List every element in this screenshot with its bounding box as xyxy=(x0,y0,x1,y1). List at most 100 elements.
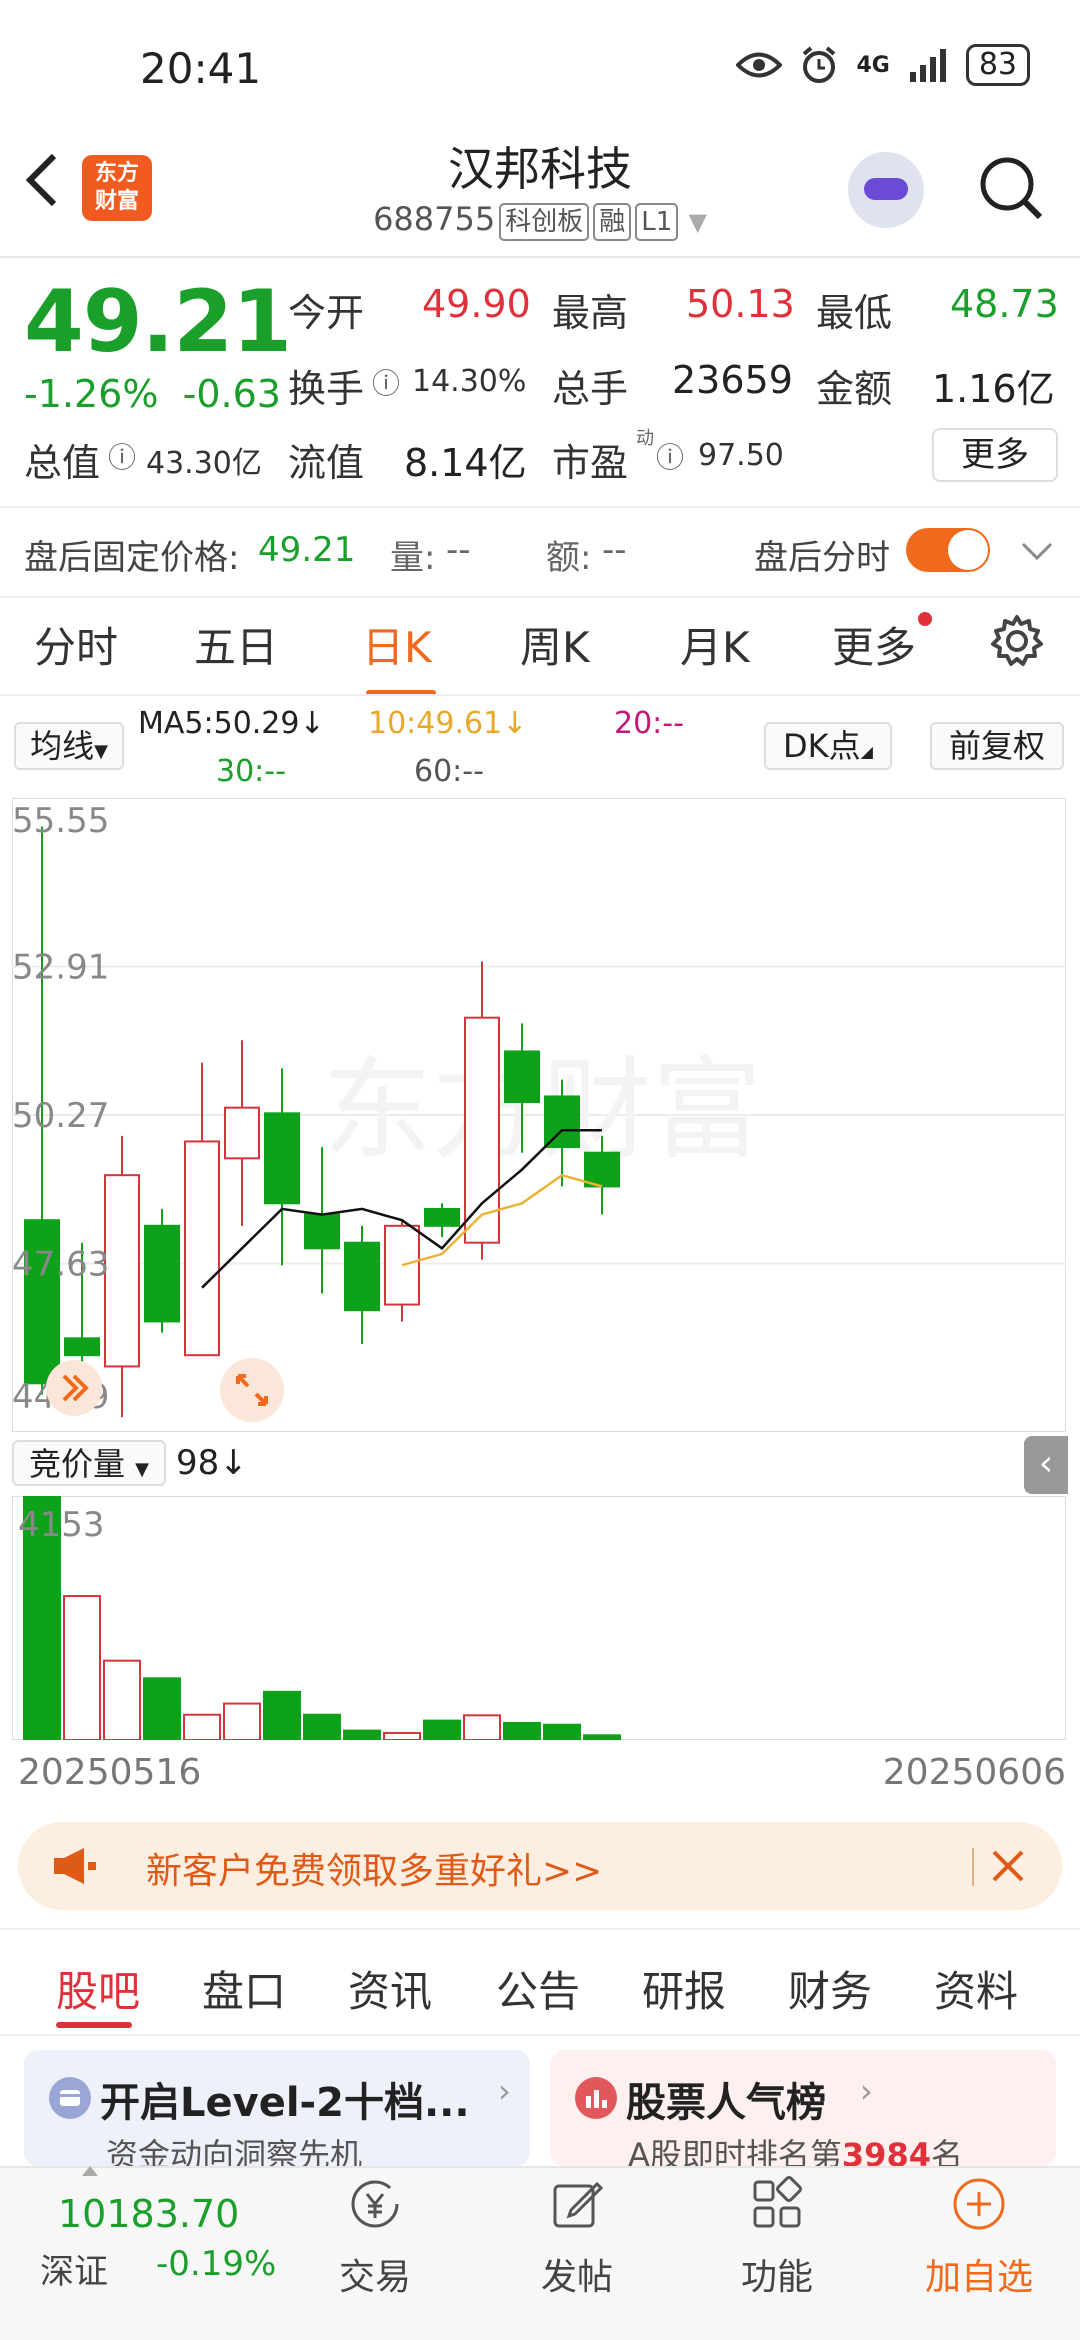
tab-timeshare[interactable]: 分时 xyxy=(34,614,118,675)
chevron-left-icon: ‹ xyxy=(1038,1443,1054,1484)
volume-bar xyxy=(343,1729,381,1740)
side-panel-toggle[interactable]: ‹ xyxy=(1024,1436,1068,1494)
volume-bar xyxy=(583,1734,621,1740)
popularity-sub-suffix: 名 xyxy=(930,2136,963,2166)
volume-selector-label: 竞价量 xyxy=(28,1445,125,1483)
volume-selector[interactable]: 竞价量 ▼ xyxy=(12,1440,166,1486)
volume-indicator-value: 98↓ xyxy=(176,1443,248,1483)
volume-value: 23659 xyxy=(672,358,793,402)
fullscreen-button[interactable] xyxy=(218,1356,286,1424)
search-button[interactable] xyxy=(978,155,1044,221)
tab-order-book[interactable]: 盘口 xyxy=(202,1958,286,2019)
dk-point-label: DK点 xyxy=(783,727,861,765)
after-hours-vol-label: 量: xyxy=(390,538,436,578)
index-name[interactable]: 深证 xyxy=(40,2244,108,2293)
candle-body xyxy=(424,1207,460,1227)
float-value: 8.14亿 xyxy=(404,441,527,485)
chevron-right-icon: › xyxy=(498,2072,511,2110)
index-value[interactable]: 10183.70 xyxy=(58,2192,239,2236)
level2-card-sub: 资金动向洞察先机 xyxy=(106,2136,363,2166)
promo-separator xyxy=(972,1848,974,1886)
close-icon[interactable] xyxy=(990,1848,1026,1884)
nav-add-watchlist[interactable]: 加自选 xyxy=(914,2176,1044,2300)
tab-five-day[interactable]: 五日 xyxy=(194,614,278,675)
status-time: 20:41 xyxy=(140,44,262,93)
grid-apps-icon xyxy=(753,2176,802,2228)
volume-bar xyxy=(543,1723,581,1740)
candle-body xyxy=(504,1050,540,1104)
bottom-tabs-divider-top xyxy=(0,1928,1080,1930)
caret-down-icon: ▼ xyxy=(135,1459,150,1480)
tab-more[interactable]: 更多 xyxy=(832,614,916,675)
ma-selector[interactable]: 均线▼ xyxy=(14,722,124,770)
tab-monthly-k[interactable]: 月K xyxy=(680,614,750,675)
popularity-sub-prefix: A股即时排名第 xyxy=(628,2136,842,2166)
stock-code: 688755 xyxy=(373,200,496,238)
tabs-divider xyxy=(0,694,1080,696)
nav-trade-label: 交易 xyxy=(338,2257,411,2298)
chevron-right-icon: › xyxy=(860,2072,873,2110)
volume-bar xyxy=(263,1690,301,1740)
volume-bar xyxy=(223,1702,261,1740)
dk-point-button[interactable]: DK点◢ xyxy=(764,722,892,770)
open-value: 49.90 xyxy=(422,282,531,326)
candle-body xyxy=(224,1106,260,1160)
robot-assistant-avatar[interactable] xyxy=(848,152,924,228)
level2-icon xyxy=(49,2077,91,2119)
change-abs: -0.63 xyxy=(182,372,281,416)
price-change: -1.26% -0.63 xyxy=(24,372,281,416)
volume-chart[interactable]: 4153 xyxy=(12,1496,1066,1740)
candle-body xyxy=(64,1337,100,1357)
y-tick-label: 52.91 xyxy=(12,948,109,988)
turnover-label: 换手 xyxy=(288,367,365,411)
tab-weekly-k[interactable]: 周K xyxy=(520,614,590,675)
candle-body xyxy=(544,1095,580,1149)
pe-dynamic-sup: 动 xyxy=(636,428,654,449)
adjust-button[interactable]: 前复权 xyxy=(930,722,1064,770)
open-label: 今开 xyxy=(288,291,365,335)
popularity-card-sub: A股即时排名第3984名 xyxy=(628,2130,963,2166)
kline-chart[interactable]: 东方财富 55.5552.9150.2747.6344.99 xyxy=(12,798,1066,1432)
edit-icon xyxy=(553,2181,604,2228)
nav-functions[interactable]: 功能 xyxy=(712,2176,842,2300)
nav-add-watchlist-label: 加自选 xyxy=(924,2257,1033,2298)
settings-gear-icon[interactable] xyxy=(990,614,1044,668)
info-icon[interactable]: ⓘ xyxy=(108,436,136,476)
turnover-value: 14.30% xyxy=(412,364,527,399)
after-hours-toggle[interactable] xyxy=(906,528,990,572)
candle-body xyxy=(584,1151,620,1188)
tab-announcements[interactable]: 公告 xyxy=(496,1958,580,2019)
more-button[interactable]: 更多 xyxy=(932,428,1058,482)
chevron-down-icon[interactable] xyxy=(1020,540,1054,562)
volume-bar xyxy=(63,1595,101,1740)
after-hours-timeshare-label: 盘后分时 xyxy=(754,538,890,578)
expand-left-button[interactable] xyxy=(44,1358,104,1418)
popularity-card[interactable]: 股票人气榜 › A股即时排名第3984名 xyxy=(550,2050,1056,2166)
promo-text[interactable]: 新客户免费领取多重好礼>> xyxy=(146,1842,602,1894)
index-change[interactable]: -0.19% xyxy=(156,2244,276,2284)
tab-profile[interactable]: 资料 xyxy=(934,1958,1018,2019)
tab-news[interactable]: 资讯 xyxy=(348,1958,432,2019)
candle-body xyxy=(104,1174,140,1368)
corner-caret-icon: ◢ xyxy=(860,742,873,761)
volume-bar xyxy=(383,1731,421,1740)
info-icon[interactable]: ⓘ xyxy=(656,436,684,476)
level2-card[interactable]: 开启Level-2十档... › 资金动向洞察先机 xyxy=(24,2050,530,2166)
low-label: 最低 xyxy=(816,291,893,335)
eye-icon xyxy=(736,52,783,78)
volume-bar xyxy=(423,1719,461,1740)
y-tick-label: 47.63 xyxy=(12,1245,109,1285)
volume-row: 竞价量 ▼ 98↓ xyxy=(12,1440,248,1486)
signal-icon xyxy=(909,49,946,82)
current-price: 49.21 xyxy=(24,272,292,372)
date-start: 20250516 xyxy=(18,1752,202,1793)
tab-financials[interactable]: 财务 xyxy=(788,1958,872,2019)
network-label: 4G xyxy=(856,52,890,78)
tab-forum[interactable]: 股吧 xyxy=(56,1958,140,2019)
tab-daily-k[interactable]: 日K xyxy=(362,614,432,675)
after-hours-price-label: 盘后固定价格: xyxy=(24,538,240,578)
nav-trade[interactable]: 交易 xyxy=(310,2176,440,2300)
info-icon[interactable]: ⓘ xyxy=(372,362,400,402)
tab-research[interactable]: 研报 xyxy=(642,1958,726,2019)
nav-post[interactable]: 发帖 xyxy=(512,2176,642,2300)
